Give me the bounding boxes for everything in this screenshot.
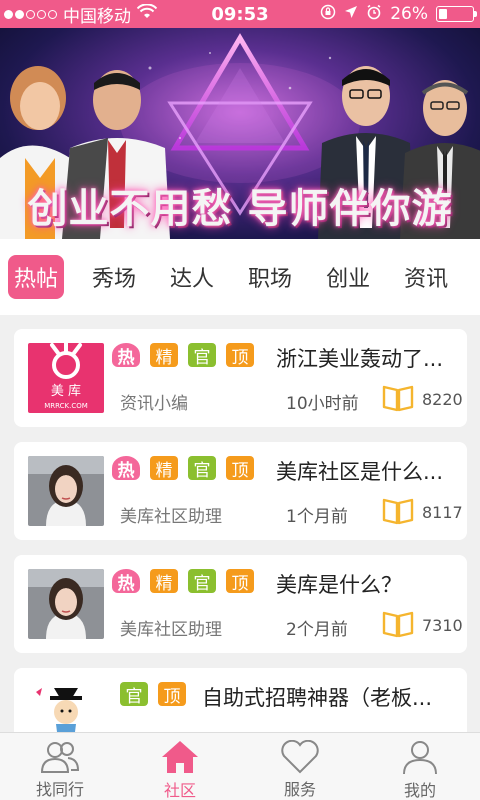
post-thumbnail (28, 456, 104, 526)
post-list: 美 库 MRRCK.COM 热精官顶浙江美业轰动了... 资讯小编 10小时前 8220… (0, 315, 480, 732)
post-author: 资讯小编 (120, 394, 188, 414)
category-tabs: 热帖 秀场 达人 职场 创业 资讯 (0, 239, 480, 315)
post-thumbnail (28, 569, 104, 639)
nav-heart[interactable]: 服务 (240, 733, 360, 800)
nav-label: 找同行 (35, 780, 84, 799)
post-author: 美库社区助理 (120, 620, 222, 640)
logo-text: 美 库 (51, 383, 81, 399)
post-time: 10小时前 (286, 394, 359, 414)
badge-jing: 精 (150, 343, 178, 368)
book-icon (382, 610, 414, 642)
tab-0[interactable]: 热帖 (8, 255, 65, 299)
post-badges: 热精官顶 (112, 343, 254, 368)
tab-3[interactable]: 职场 (244, 255, 296, 299)
post-title[interactable]: 浙江美业轰动了... (276, 343, 462, 373)
badge-hot: 热 (112, 343, 140, 368)
bottom-navigation: 找同行 社区 服务 我的 (0, 732, 480, 800)
status-bar: 中国移动 09:53 26% (0, 0, 480, 28)
book-icon (382, 384, 414, 416)
alarm-icon (366, 4, 382, 24)
nav-label: 社区 (163, 781, 196, 800)
badge-hot: 热 (112, 569, 140, 594)
view-count: 7310 (422, 616, 463, 635)
post-card[interactable]: 热精官顶美库社区是什么... 美库社区助理 1个月前 8117 (14, 442, 467, 540)
carrier-name: 中国移动 (63, 6, 131, 27)
post-title[interactable]: 美库社区是什么... (276, 456, 462, 486)
badge-guan: 官 (120, 682, 148, 707)
battery-icon (436, 6, 477, 22)
nav-home[interactable]: 社区 (120, 733, 240, 800)
wifi-icon (136, 3, 158, 24)
badge-ding: 顶 (158, 682, 186, 707)
book-icon (382, 497, 414, 529)
post-card[interactable]: 美 库 MRRCK.COM 热精官顶浙江美业轰动了... 资讯小编 10小时前 8220 (14, 329, 467, 427)
nav-user[interactable]: 我的 (360, 733, 480, 800)
view-count: 8117 (422, 503, 463, 522)
people-icon (40, 739, 80, 774)
tab-5[interactable]: 资讯 (400, 255, 452, 299)
badge-guan: 官 (188, 343, 216, 368)
tab-1[interactable]: 秀场 (88, 255, 140, 299)
tab-2[interactable]: 达人 (166, 255, 218, 299)
view-count: 8220 (422, 390, 463, 409)
post-badges: 热精官顶 (112, 456, 254, 481)
nav-people[interactable]: 找同行 (0, 733, 120, 800)
user-icon (400, 739, 440, 775)
rotation-lock-icon (320, 4, 336, 24)
post-badges: 热精官顶 (112, 569, 254, 594)
signal-strength-icon (4, 9, 57, 19)
tab-4[interactable]: 创业 (322, 255, 374, 299)
home-icon (160, 739, 200, 775)
post-author: 美库社区助理 (120, 507, 222, 527)
post-time: 2个月前 (286, 620, 348, 640)
post-card[interactable]: 官顶自助式招聘神器（老板... (14, 668, 467, 732)
battery-percent: 26% (390, 4, 428, 24)
post-card[interactable]: 热精官顶美库是什么？ 美库社区助理 2个月前 7310 (14, 555, 467, 653)
badge-jing: 精 (150, 569, 178, 594)
promo-banner[interactable]: 创业不用愁 导师伴你游 (0, 28, 480, 239)
nav-label: 服务 (283, 780, 316, 799)
badge-hot: 热 (112, 456, 140, 481)
badge-guan: 官 (188, 569, 216, 594)
post-title[interactable]: 美库是什么？ (276, 569, 462, 599)
logo-subtext: MRRCK.COM (44, 402, 88, 410)
heart-icon (280, 739, 320, 774)
post-title[interactable]: 自助式招聘神器（老板... (202, 682, 462, 712)
badge-jing: 精 (150, 456, 178, 481)
post-thumbnail: 美 库 MRRCK.COM (28, 343, 104, 413)
badge-guan: 官 (188, 456, 216, 481)
post-badges: 官顶 (120, 682, 186, 707)
badge-ding: 顶 (226, 569, 254, 594)
nav-label: 我的 (403, 781, 436, 800)
post-thumbnail (28, 682, 104, 732)
banner-title: 创业不用愁 导师伴你游 (27, 186, 453, 232)
badge-ding: 顶 (226, 456, 254, 481)
post-time: 1个月前 (286, 507, 348, 527)
location-icon (344, 5, 358, 23)
badge-ding: 顶 (226, 343, 254, 368)
